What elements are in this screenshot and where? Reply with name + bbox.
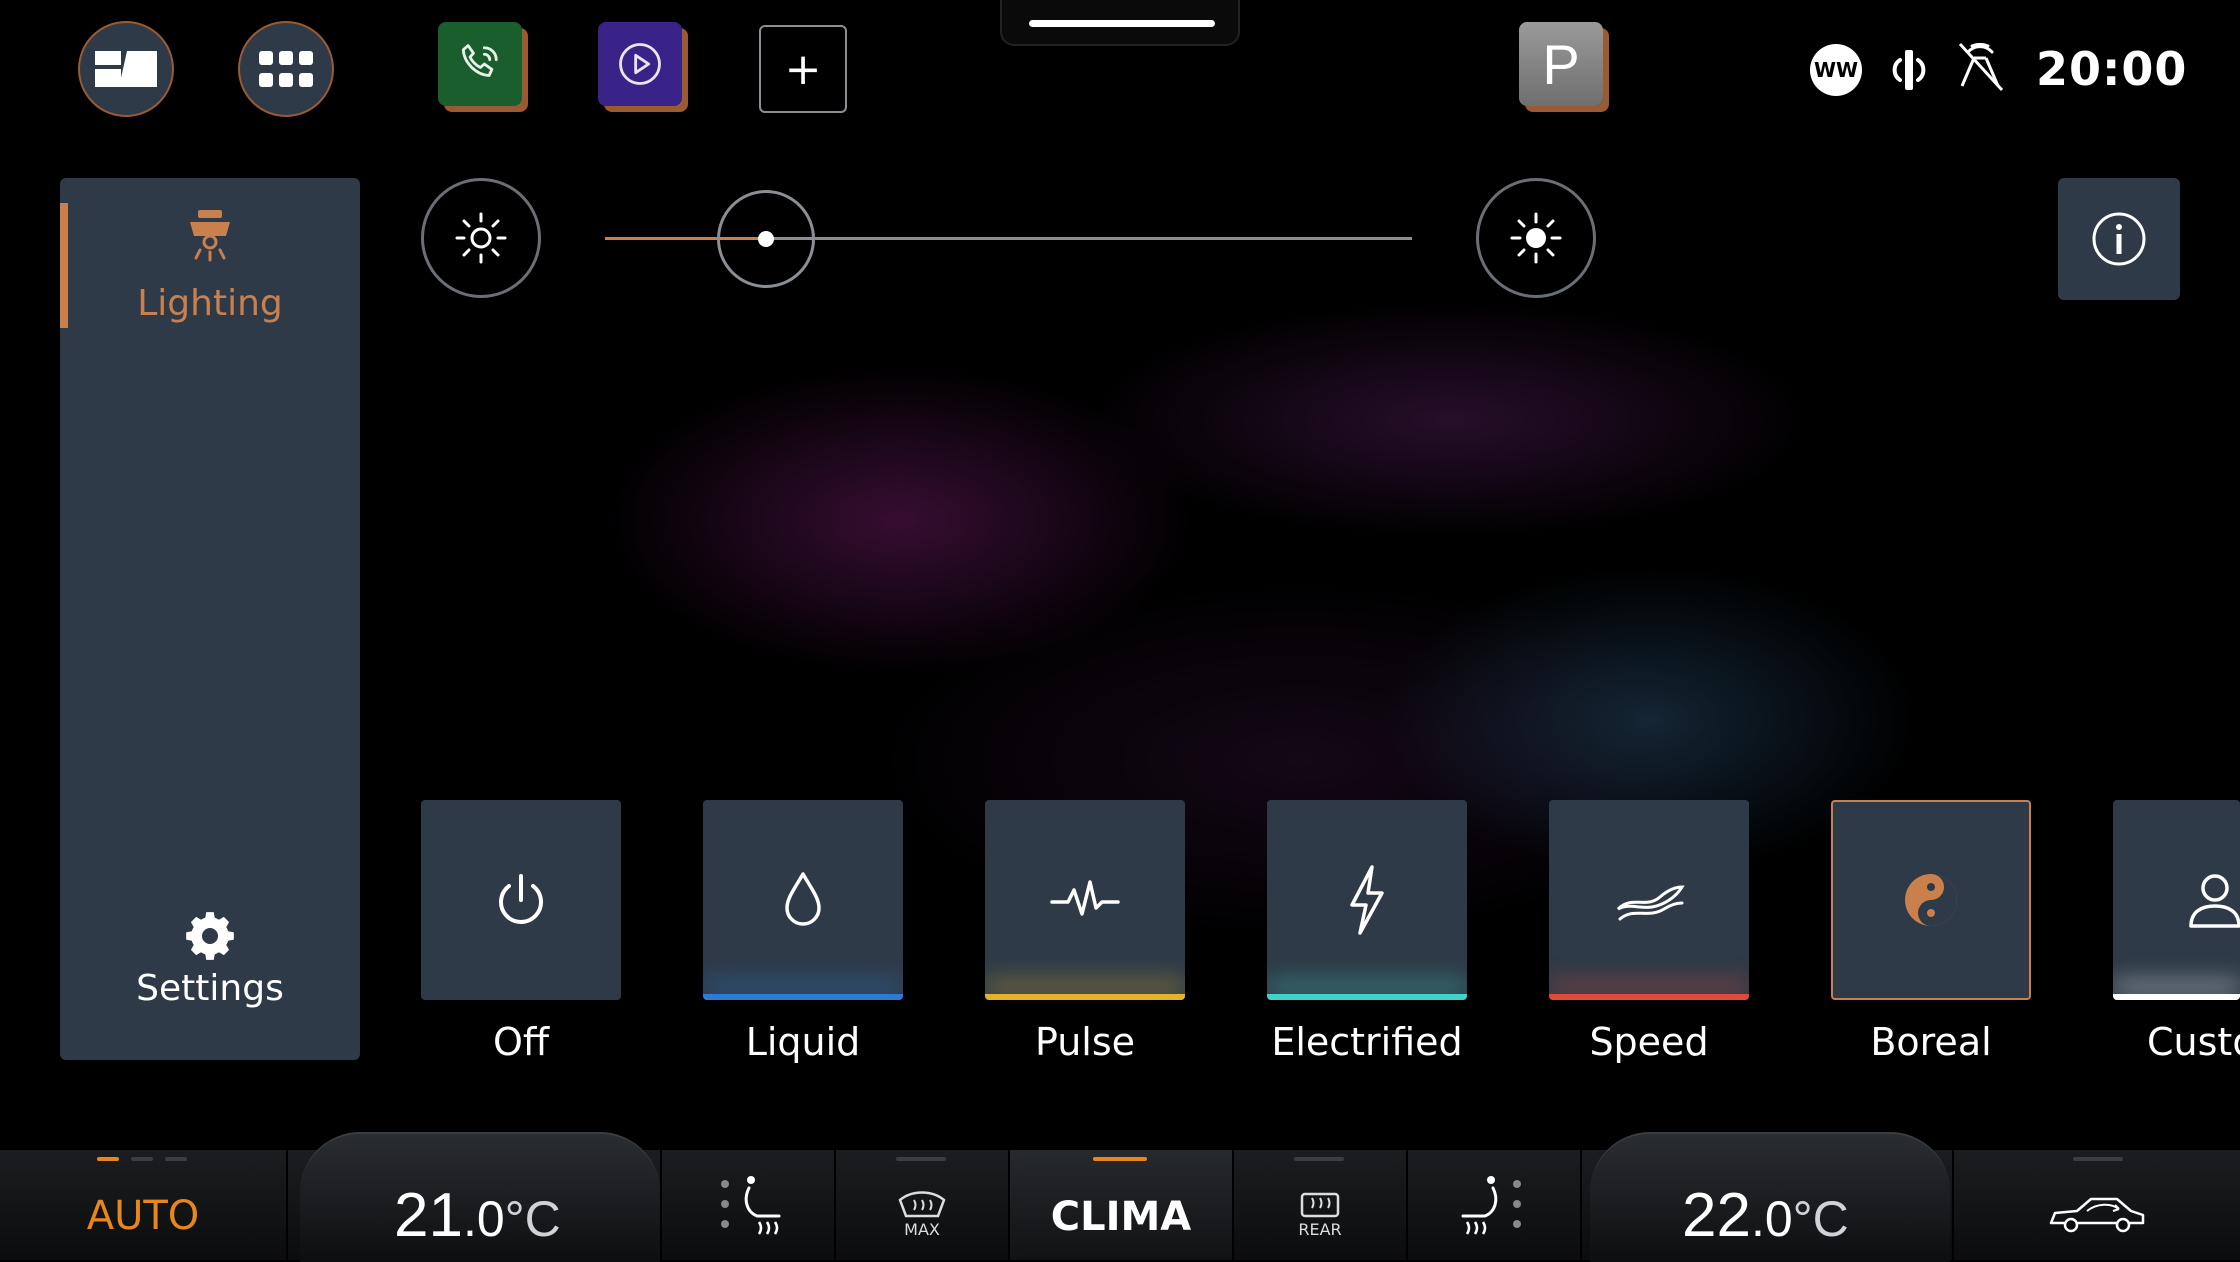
info-button[interactable]: [2058, 178, 2180, 300]
seat-heat-icon: [1461, 1176, 1521, 1235]
clock: 20:00: [2036, 42, 2188, 96]
recirculation-indicator: [2073, 1157, 2123, 1161]
brightness-high-icon: [1510, 212, 1562, 264]
front-defrost-icon: [898, 1190, 946, 1217]
rear-defrost-button[interactable]: REAR: [1234, 1150, 1406, 1260]
info-icon: [2092, 212, 2146, 266]
car-recirculation-icon: [2049, 1197, 2145, 1233]
handle-bar: [1029, 20, 1215, 27]
brightness-increase-button[interactable]: [1476, 178, 1596, 298]
right-temp-decimal: .0: [1750, 1191, 1793, 1247]
mode-off-button[interactable]: [421, 800, 621, 1000]
right-temperature: 22.0°C: [1682, 1180, 1849, 1251]
left-temp-decimal: .0: [462, 1191, 505, 1247]
auto-level-indicator: [131, 1157, 153, 1161]
app-grid-icon: [259, 51, 313, 87]
mode-label: Off: [492, 1020, 550, 1064]
seat-heat-icon: [721, 1176, 781, 1235]
auto-label: AUTO: [86, 1193, 200, 1239]
rear-label: REAR: [1298, 1219, 1342, 1239]
auto-climate-button[interactable]: AUTO: [0, 1150, 286, 1260]
mode-glow: [1549, 994, 1749, 1000]
air-recirculation-button[interactable]: [1954, 1150, 2240, 1260]
brightness-slider-thumb[interactable]: [717, 190, 816, 288]
mode-label: Boreal: [1870, 1020, 1992, 1064]
mode-speed-button[interactable]: [1549, 800, 1749, 1000]
mode-label: Speed: [1589, 1020, 1709, 1064]
right-temp-whole: 22: [1682, 1181, 1751, 1250]
ww-icon: WW: [1810, 44, 1862, 96]
left-temp-whole: 21: [394, 1181, 463, 1250]
mode-label: Pulse: [1034, 1020, 1136, 1064]
divider: [286, 1150, 288, 1260]
max-defrost-button[interactable]: MAX: [836, 1150, 1008, 1260]
clima-label: CLIMA: [1050, 1194, 1192, 1240]
sidebar-item-lighting[interactable]: Lighting: [60, 198, 360, 348]
mode-label: Electrified: [1271, 1020, 1463, 1064]
mode-glow: [1267, 994, 1467, 1000]
yin-yang-icon: [1905, 874, 1957, 926]
wireless-charging-icon: [1892, 50, 1926, 90]
thumb-dot: [758, 231, 775, 247]
left-temp-unit: °C: [504, 1191, 561, 1247]
right-temp-unit: °C: [1792, 1191, 1849, 1247]
gear-label: P: [1542, 32, 1580, 96]
brightness-track[interactable]: [766, 237, 1412, 240]
play-icon: [619, 43, 661, 85]
phone-app-tile[interactable]: [438, 22, 522, 106]
auto-level-indicator: [165, 1157, 187, 1161]
split-screen-button[interactable]: [78, 21, 174, 117]
clima-button[interactable]: CLIMA: [1010, 1150, 1232, 1260]
phone-icon: [461, 44, 498, 77]
brightness-decrease-button[interactable]: [421, 178, 541, 298]
ww-label: WW: [1813, 58, 1859, 82]
clima-indicator: [1093, 1157, 1147, 1161]
max-label: MAX: [904, 1219, 940, 1239]
left-temperature: 21.0°C: [394, 1180, 561, 1251]
no-location-icon: [1958, 42, 2004, 92]
sidebar-item-settings[interactable]: Settings: [60, 898, 360, 1038]
pull-down-handle[interactable]: [1000, 0, 1240, 46]
mode-label: Liquid: [745, 1020, 861, 1064]
app-grid-button[interactable]: [238, 21, 334, 117]
wind-icon: [1616, 885, 1685, 921]
power-icon: [499, 874, 543, 924]
mode-glow: [2113, 994, 2240, 1000]
person-icon: [2189, 874, 2240, 928]
mode-pulse-button[interactable]: [985, 800, 1185, 1000]
mode-glow: [985, 994, 1185, 1000]
brightness-low-icon: [455, 212, 507, 264]
media-app-tile[interactable]: [598, 22, 682, 106]
rear-defrost-icon: [1300, 1192, 1340, 1217]
mode-glow: [703, 994, 903, 1000]
add-label: +: [784, 43, 822, 95]
bolt-icon: [1350, 865, 1384, 935]
gear-indicator: P: [1519, 22, 1603, 106]
mode-electrified-button[interactable]: [1267, 800, 1467, 1000]
split-screen-icon: [95, 51, 157, 87]
drop-icon: [785, 872, 821, 926]
driver-seat-heat-button[interactable]: [662, 1150, 834, 1260]
sidebar-item-label: Settings: [136, 968, 284, 1009]
mode-liquid-button[interactable]: [703, 800, 903, 1000]
gear-icon: [186, 912, 234, 960]
sidebar-item-label: Lighting: [137, 283, 283, 324]
mode-custom-button[interactable]: [2113, 800, 2240, 1000]
add-app-button[interactable]: +: [759, 25, 847, 113]
pulse-icon: [1050, 880, 1120, 916]
lamp-icon: [190, 210, 230, 262]
divider: [1580, 1150, 1582, 1260]
sidebar: Lighting Settings: [60, 178, 360, 1060]
mode-label: Custo: [2147, 1020, 2240, 1064]
rear-indicator: [1294, 1157, 1344, 1161]
auto-level-indicator: [97, 1157, 119, 1161]
passenger-seat-heat-button[interactable]: [1408, 1150, 1580, 1260]
max-indicator: [896, 1157, 946, 1161]
mode-boreal-button[interactable]: [1831, 800, 2031, 1000]
